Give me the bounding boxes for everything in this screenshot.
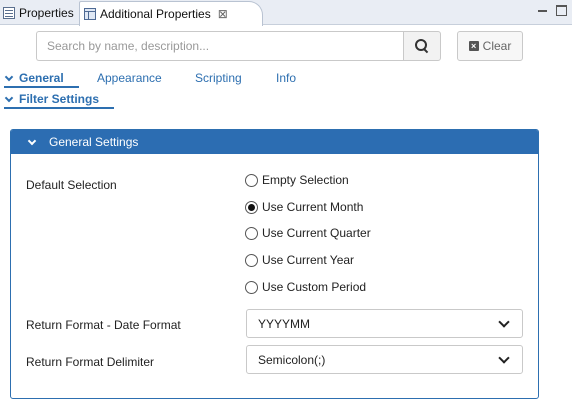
maximize-icon[interactable] [556,5,567,16]
radio-icon [245,253,258,267]
clear-button[interactable]: × Clear [457,31,523,61]
view-tab-strip: Properties Additional Properties ⊠ [0,0,572,26]
radio-label: Use Current Month [262,200,364,214]
delimiter-select[interactable]: Semicolon(;) [246,345,523,374]
chevron-down-icon [498,352,510,364]
tab-info[interactable]: Info [276,71,296,85]
radio-use-custom-period[interactable]: Use Custom Period [245,280,366,294]
tab-appearance[interactable]: Appearance [97,71,162,85]
close-icon[interactable]: ⊠ [218,7,228,21]
additional-properties-icon [84,8,96,20]
radio-label: Use Current Quarter [262,226,371,240]
tab-additional-properties[interactable]: Additional Properties ⊠ [79,1,263,26]
radio-label: Empty Selection [262,173,349,187]
tab-properties-label: Properties [19,6,74,20]
properties-icon [3,7,15,19]
minimize-icon[interactable] [537,4,549,16]
chevron-down-icon [498,316,510,328]
tab-properties[interactable]: Properties [0,1,78,25]
date-format-value: YYYYMM [258,316,311,331]
tab-general-underline [4,86,79,88]
tab-filter-settings-underline [4,107,114,109]
chevron-down-icon [4,73,14,82]
radio-label: Use Custom Period [262,280,367,294]
radio-icon [245,226,258,240]
radio-checked-icon [245,200,258,214]
default-selection-label: Default Selection [26,178,117,192]
chevron-down-icon [4,94,14,103]
search-icon [415,39,429,53]
tab-general-label: General [19,71,64,85]
tab-filter-settings[interactable]: Filter Settings [4,92,99,106]
radio-icon [245,173,258,187]
radio-label: Use Current Year [262,253,355,267]
general-settings-header[interactable]: General Settings [11,130,538,154]
radio-use-current-month[interactable]: Use Current Month [245,200,363,214]
tab-general[interactable]: General [4,71,64,85]
delimiter-value: Semicolon(;) [258,352,326,367]
tab-scripting[interactable]: Scripting [195,71,242,85]
clear-label: Clear [482,39,512,53]
radio-use-current-quarter[interactable]: Use Current Quarter [245,226,371,240]
search-input[interactable]: Search by name, description... [36,31,403,61]
tab-filter-settings-label: Filter Settings [19,92,100,106]
panel-title: General Settings [49,135,139,149]
delimiter-label: Return Format Delimiter [26,355,155,369]
tab-additional-properties-label: Additional Properties [100,7,211,21]
radio-empty-selection[interactable]: Empty Selection [245,173,349,187]
date-format-label: Return Format - Date Format [26,318,181,332]
chevron-down-icon [27,136,37,145]
radio-use-current-year[interactable]: Use Current Year [245,253,354,267]
clear-icon: × [468,41,479,51]
radio-icon [245,280,258,294]
date-format-select[interactable]: YYYYMM [246,309,523,338]
search-button[interactable] [403,31,441,61]
